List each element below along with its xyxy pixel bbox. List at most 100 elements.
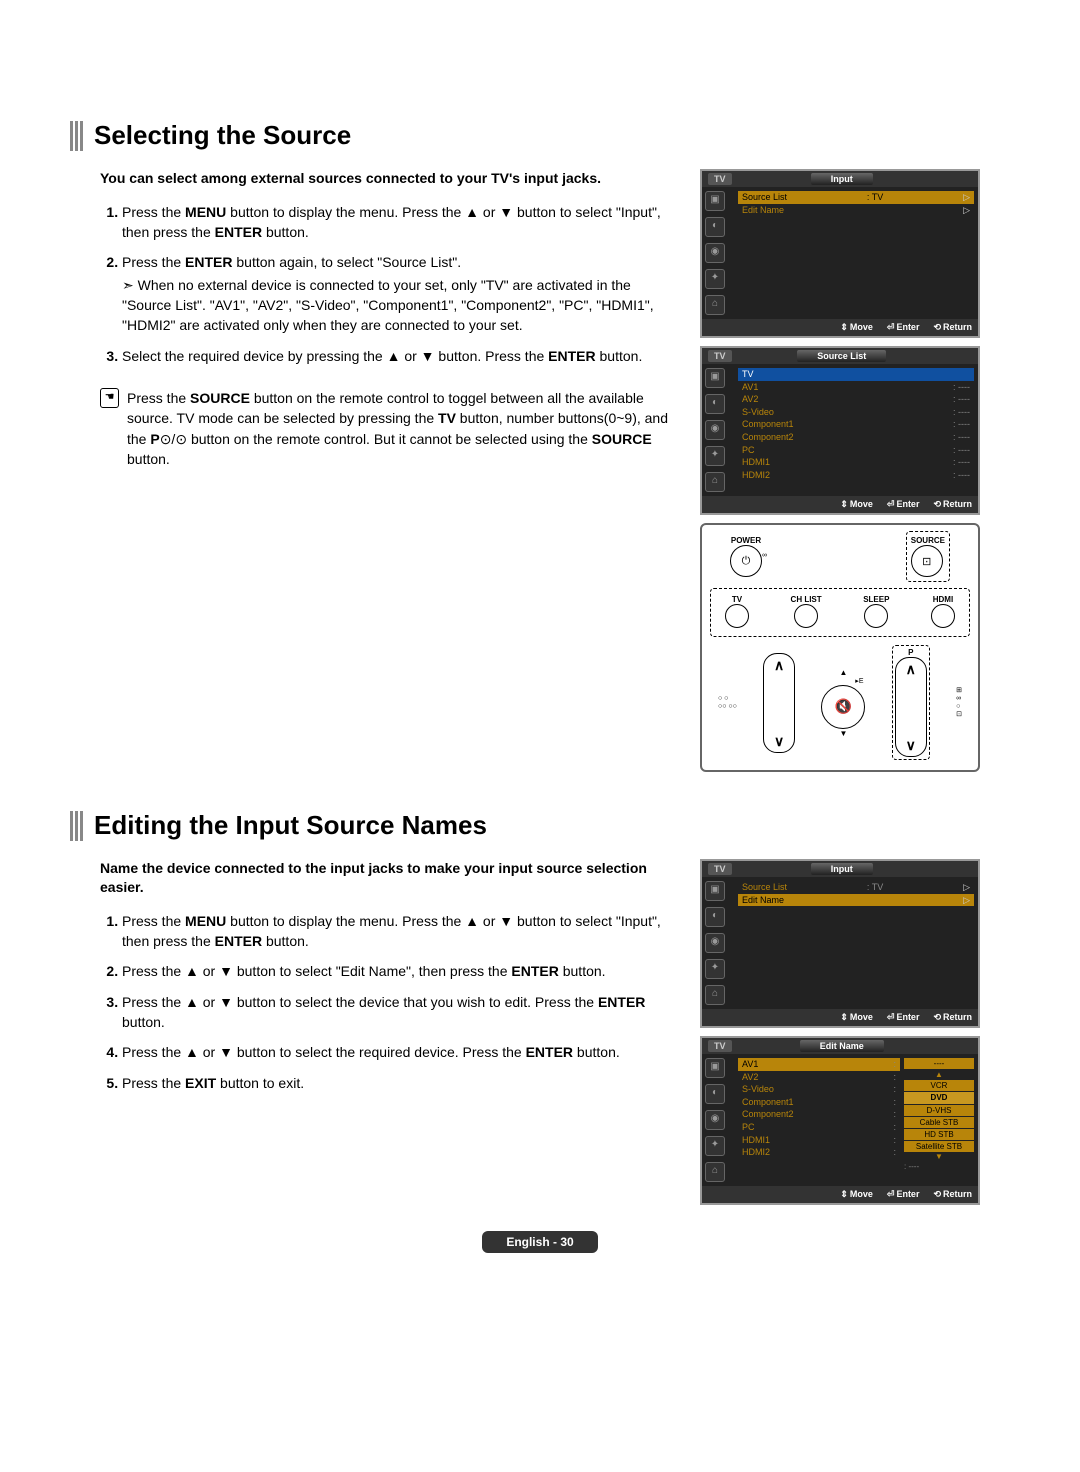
- osd-device-option: HD STB: [904, 1129, 974, 1140]
- osd-hint-return: Return: [933, 1189, 972, 1200]
- remote-label: SOURCE: [911, 536, 945, 545]
- osd-input-menu: TV Input ▣ ◐ ◉ ✦ ⌂ Source List: TV▷ Edit…: [700, 169, 980, 338]
- section-header: Selecting the Source: [70, 120, 1010, 151]
- osd-device-option: VCR: [904, 1080, 974, 1091]
- hdmi-button-icon: [931, 604, 955, 628]
- osd-source-list: TV Source List ▣ ◐ ◉ ✦ ⌂ TVAV1: ----AV2:…: [700, 346, 980, 515]
- osd-icon: ✦: [705, 446, 725, 466]
- osd-icon: ◐: [705, 1084, 725, 1104]
- osd-device-option: Satellite STB: [904, 1141, 974, 1152]
- osd-hint-enter: Enter: [887, 1012, 920, 1023]
- section-title: Selecting the Source: [94, 120, 351, 151]
- osd-row-label: Source List: [742, 881, 787, 894]
- osd-device-option: Cable STB: [904, 1117, 974, 1128]
- step-text: Press the ENTER button again, to select …: [122, 254, 461, 270]
- osd-hint-return: Return: [933, 499, 972, 510]
- osd-source-row: HDMI2: ----: [738, 469, 974, 482]
- chevron-down-icon: ∨: [906, 740, 916, 750]
- remote-label: TV: [725, 595, 749, 604]
- osd-row-value: : TV: [867, 191, 883, 204]
- chevron-up-icon: ▲: [904, 1071, 974, 1079]
- osd-hint-enter: Enter: [887, 1189, 920, 1200]
- osd-source-row: AV2: ----: [738, 393, 974, 406]
- osd-row-label: Edit Name: [742, 204, 784, 217]
- chevron-down-icon: ▼: [904, 1153, 974, 1161]
- sub-note: When no external device is connected to …: [122, 275, 680, 336]
- osd-icon: ◉: [705, 243, 725, 263]
- osd-device-option: DVD: [904, 1092, 974, 1103]
- osd-icon: ✦: [705, 269, 725, 289]
- remote-dots: ⊞∞○⊡: [956, 687, 962, 719]
- section-title: Editing the Input Source Names: [94, 810, 487, 841]
- step-text: Press the MENU button to display the men…: [122, 913, 661, 949]
- remote-dots: ○ ○○○ ○○: [718, 695, 737, 711]
- remote-label: SLEEP: [863, 595, 889, 604]
- osd-source-row: TV: [738, 368, 974, 381]
- chevron-right-icon: ▷: [963, 204, 970, 217]
- osd-hint-enter: Enter: [887, 499, 920, 510]
- osd-row-label: Edit Name: [742, 894, 784, 907]
- osd-icon: ◐: [705, 394, 725, 414]
- chevron-up-icon: ∧: [906, 664, 916, 674]
- osd-icon: ▣: [705, 881, 725, 901]
- osd-source-row: Component1: ----: [738, 418, 974, 431]
- section-lead: Name the device connected to the input j…: [100, 859, 680, 897]
- osd-icon: ◉: [705, 1110, 725, 1130]
- section-header: Editing the Input Source Names: [70, 810, 1010, 841]
- program-rocker: ∧ ∨: [895, 657, 927, 757]
- osd-icon: ◉: [705, 933, 725, 953]
- osd-hint-enter: Enter: [887, 322, 920, 333]
- mute-button-icon: 🔇: [821, 685, 865, 729]
- osd-hint-move: Move: [840, 499, 873, 510]
- remote-note: ☚ Press the SOURCE button on the remote …: [100, 388, 680, 469]
- osd-hint-move: Move: [840, 1189, 873, 1200]
- osd-icon: ✦: [705, 1136, 725, 1156]
- step-text: Press the ▲ or ▼ button to select the de…: [122, 994, 645, 1030]
- osd-title: Input: [811, 863, 873, 875]
- step-text: Press the EXIT button to exit.: [122, 1075, 304, 1091]
- remote-label-e: ▸E: [821, 677, 865, 685]
- osd-editname-row: S-Video:: [738, 1083, 900, 1096]
- osd-option-value: : ----: [904, 1161, 974, 1172]
- remote-control-diagram: POWER ⏻∞ SOURCE ⊡ TV CH LIST SLEEP HDMI: [700, 523, 980, 772]
- remote-label: CH LIST: [791, 595, 822, 604]
- osd-icon: ▣: [705, 368, 725, 388]
- osd-edit-name: TV Edit Name ▣ ◐ ◉ ✦ ⌂ AV1:AV2:S-Video:C…: [700, 1036, 980, 1205]
- osd-icon: ◐: [705, 907, 725, 927]
- osd-editname-row: HDMI2:: [738, 1146, 900, 1159]
- osd-source-row: Component2: ----: [738, 431, 974, 444]
- osd-editname-row: Component2:: [738, 1108, 900, 1121]
- chevron-right-icon: ▷: [963, 881, 970, 894]
- osd-hint-return: Return: [933, 1012, 972, 1023]
- osd-icon: ◉: [705, 420, 725, 440]
- remote-hand-icon: ☚: [100, 388, 119, 408]
- step-text: Press the ▲ or ▼ button to select "Edit …: [122, 963, 606, 979]
- osd-option-value: ----: [904, 1058, 974, 1069]
- remote-label-p: P: [895, 648, 927, 657]
- osd-row-value: : TV: [867, 881, 883, 894]
- steps-list: Press the MENU button to display the men…: [100, 911, 680, 1093]
- source-button-icon: ⊡: [911, 545, 943, 577]
- osd-hint-move: Move: [840, 322, 873, 333]
- osd-editname-row: HDMI1:: [738, 1134, 900, 1147]
- osd-corner-label: TV: [708, 1040, 732, 1052]
- osd-icon: ✦: [705, 959, 725, 979]
- osd-hint-move: Move: [840, 1012, 873, 1023]
- osd-icon: ◐: [705, 217, 725, 237]
- osd-source-row: PC: ----: [738, 444, 974, 457]
- tv-button-icon: [725, 604, 749, 628]
- osd-icon: ⌂: [705, 295, 725, 315]
- osd-device-option: D-VHS: [904, 1105, 974, 1116]
- chlist-button-icon: [794, 604, 818, 628]
- remote-label: HDMI: [931, 595, 955, 604]
- osd-icon: ⌂: [705, 985, 725, 1005]
- note-text: Press the SOURCE button on the remote co…: [127, 388, 680, 469]
- osd-icon: ▣: [705, 191, 725, 211]
- section-bars-icon: [70, 811, 84, 841]
- osd-row-label: Source List: [742, 191, 787, 204]
- osd-input-menu-editname: TV Input ▣ ◐ ◉ ✦ ⌂ Source List: TV▷ Edit…: [700, 859, 980, 1028]
- chevron-right-icon: ▷: [963, 894, 970, 907]
- osd-source-row: HDMI1: ----: [738, 456, 974, 469]
- osd-title: Input: [811, 173, 873, 185]
- osd-corner-label: TV: [708, 350, 732, 362]
